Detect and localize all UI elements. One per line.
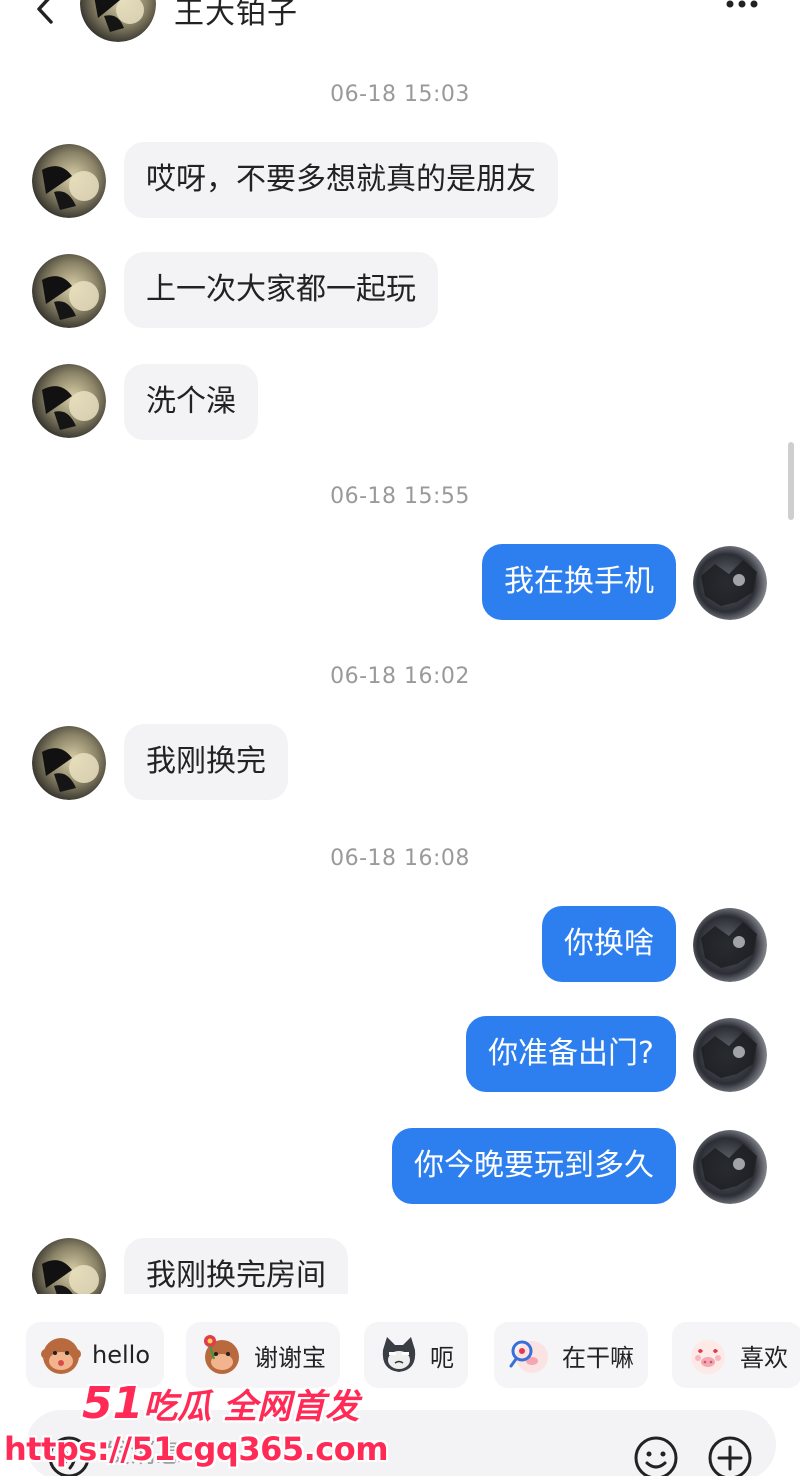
my-avatar[interactable] — [693, 1130, 767, 1204]
contact-avatar[interactable] — [32, 254, 106, 328]
contact-name: 王大铂子 — [174, 0, 298, 31]
pig-love-sticker-icon — [691, 1340, 725, 1374]
more-dots-icon[interactable] — [724, 0, 760, 14]
timestamp: 06-18 15:03 — [330, 82, 470, 107]
contact-avatar[interactable] — [32, 726, 106, 800]
message-bubble-incoming[interactable]: 我刚换完房间 — [124, 1238, 348, 1294]
cat-sticker-icon — [382, 1337, 416, 1372]
watermark-number: 51 — [82, 1378, 144, 1429]
quick-reply-what-doing[interactable]: 在干嘛 — [494, 1322, 648, 1388]
quick-reply-label: 在干嘛 — [562, 1343, 634, 1372]
quick-reply-label: hello — [92, 1341, 150, 1369]
message-list[interactable]: 06-18 15:03 哎呀，不要多想就真的是朋友 上一次大家都一起玩 洗个澡 … — [0, 52, 800, 1294]
message-bubble-incoming[interactable]: 洗个澡 — [124, 364, 258, 440]
message-bubble-incoming[interactable]: 哎呀，不要多想就真的是朋友 — [124, 142, 558, 218]
chevron-left-icon[interactable] — [32, 0, 58, 24]
quick-reply-uh[interactable]: 呃 — [364, 1322, 468, 1388]
my-avatar[interactable] — [693, 546, 767, 620]
quick-reply-like[interactable]: 喜欢 — [672, 1322, 800, 1388]
timestamp: 06-18 16:08 — [330, 846, 470, 871]
my-avatar[interactable] — [693, 908, 767, 982]
quick-reply-label: 喜欢 — [740, 1343, 788, 1372]
emoji-icon[interactable] — [632, 1434, 680, 1476]
plus-icon[interactable] — [706, 1434, 754, 1476]
contact-avatar[interactable] — [32, 1238, 106, 1294]
chat-header: 王大铂子 — [0, 0, 800, 52]
monkey-sticker-icon — [41, 1338, 81, 1374]
message-bubble-outgoing[interactable]: 你今晚要玩到多久 — [392, 1128, 676, 1204]
my-avatar[interactable] — [693, 1018, 767, 1092]
contact-avatar[interactable] — [80, 0, 156, 42]
message-bubble-outgoing[interactable]: 你换啥 — [542, 906, 676, 982]
contact-avatar[interactable] — [32, 144, 106, 218]
message-bubble-incoming[interactable]: 我刚换完 — [124, 724, 288, 800]
watermark-title: 51吃瓜 全网首发 — [82, 1378, 359, 1429]
pig-magnifier-sticker-icon — [509, 1340, 548, 1373]
quick-reply-label: 谢谢宝 — [254, 1343, 326, 1372]
contact-avatar[interactable] — [32, 364, 106, 438]
message-bubble-outgoing[interactable]: 你准备出门? — [466, 1016, 676, 1092]
watermark-url: https://51cgq365.com — [4, 1430, 389, 1468]
site-watermark: 51吃瓜 全网首发 https://51cgq365.com — [0, 1378, 389, 1476]
scrollbar[interactable] — [788, 442, 794, 520]
timestamp: 06-18 15:55 — [330, 484, 470, 509]
monkey-flower-sticker-icon — [204, 1335, 239, 1374]
watermark-text: 吃瓜 全网首发 — [143, 1387, 360, 1427]
timestamp: 06-18 16:02 — [330, 664, 470, 689]
quick-reply-label: 呃 — [430, 1343, 454, 1372]
message-bubble-outgoing[interactable]: 我在换手机 — [482, 544, 676, 620]
message-bubble-incoming[interactable]: 上一次大家都一起玩 — [124, 252, 438, 328]
